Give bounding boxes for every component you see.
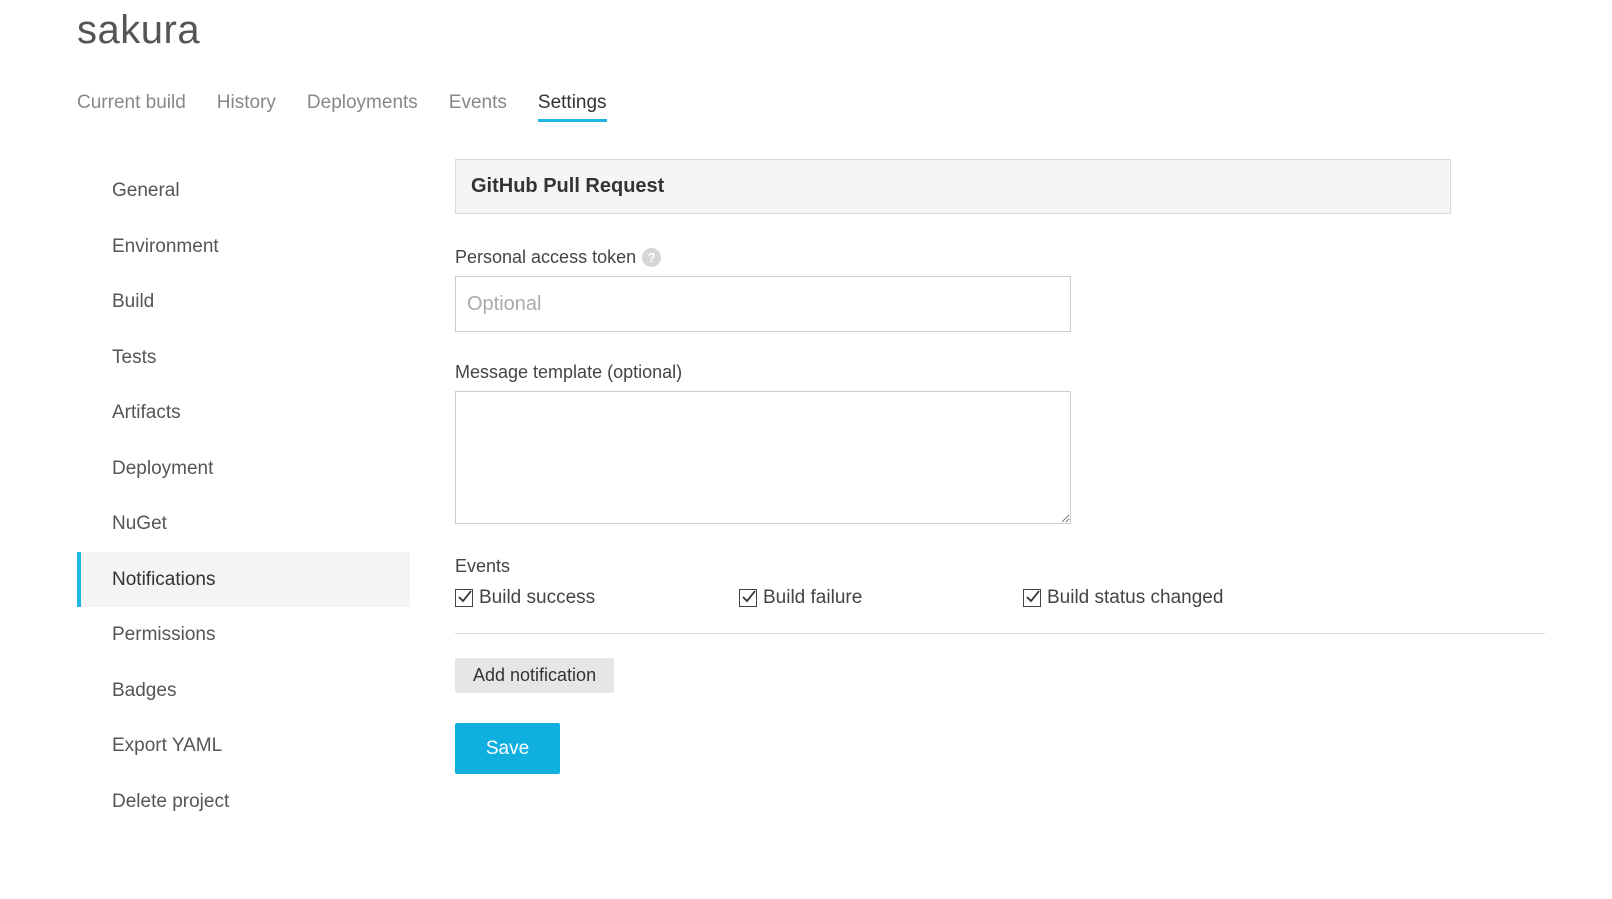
check-icon (1026, 590, 1040, 603)
build-status-changed-label: Build status changed (1047, 587, 1224, 608)
check-icon (458, 590, 472, 603)
sidebar-item-tests[interactable]: Tests (77, 330, 410, 386)
settings-page: sakura Current build History Deployments… (0, 0, 1612, 899)
sidebar-item-delete-project[interactable]: Delete project (77, 774, 410, 830)
token-label-row: Personal access token ? (455, 247, 1545, 268)
tab-deployments[interactable]: Deployments (307, 92, 418, 122)
notification-provider-title: GitHub Pull Request (455, 159, 1451, 214)
sidebar-item-badges[interactable]: Badges (77, 663, 410, 719)
section-divider (455, 633, 1545, 634)
sidebar-item-deployment[interactable]: Deployment (77, 441, 410, 497)
sidebar-item-export-yaml[interactable]: Export YAML (77, 718, 410, 774)
message-template-label: Message template (optional) (455, 362, 683, 382)
personal-access-token-input[interactable] (455, 276, 1071, 332)
project-tabs: Current build History Deployments Events… (77, 92, 638, 122)
project-title: sakura (77, 8, 201, 52)
save-button[interactable]: Save (455, 723, 560, 774)
sidebar-item-general[interactable]: General (77, 163, 410, 219)
sidebar-item-nuget[interactable]: NuGet (77, 496, 410, 552)
sidebar-item-notifications[interactable]: Notifications (77, 551, 410, 607)
events-options: Build success Build failure Build status… (455, 587, 1545, 609)
build-failure-checkbox[interactable] (739, 589, 757, 607)
settings-sidebar: General Environment Build Tests Artifact… (77, 163, 410, 829)
sidebar-item-build[interactable]: Build (77, 274, 410, 330)
notification-settings: GitHub Pull Request Personal access toke… (455, 159, 1545, 774)
sidebar-item-environment[interactable]: Environment (77, 219, 410, 275)
event-build-success[interactable]: Build success (455, 587, 739, 609)
sidebar-item-artifacts[interactable]: Artifacts (77, 385, 410, 441)
tab-history[interactable]: History (217, 92, 276, 122)
event-build-status-changed[interactable]: Build status changed (1023, 587, 1307, 609)
build-status-changed-checkbox[interactable] (1023, 589, 1041, 607)
tab-current-build[interactable]: Current build (77, 92, 186, 122)
add-notification-button[interactable]: Add notification (455, 658, 615, 693)
tab-events[interactable]: Events (449, 92, 507, 122)
event-build-failure[interactable]: Build failure (739, 587, 1023, 609)
build-success-label: Build success (479, 587, 596, 608)
question-icon[interactable]: ? (642, 248, 662, 267)
tab-settings[interactable]: Settings (537, 92, 607, 122)
sidebar-item-permissions[interactable]: Permissions (77, 607, 410, 663)
message-template-textarea[interactable] (455, 391, 1071, 524)
events-label: Events (455, 556, 511, 576)
check-icon (742, 590, 756, 603)
token-label: Personal access token (455, 247, 637, 267)
build-failure-label: Build failure (763, 587, 863, 608)
build-success-checkbox[interactable] (455, 589, 473, 607)
